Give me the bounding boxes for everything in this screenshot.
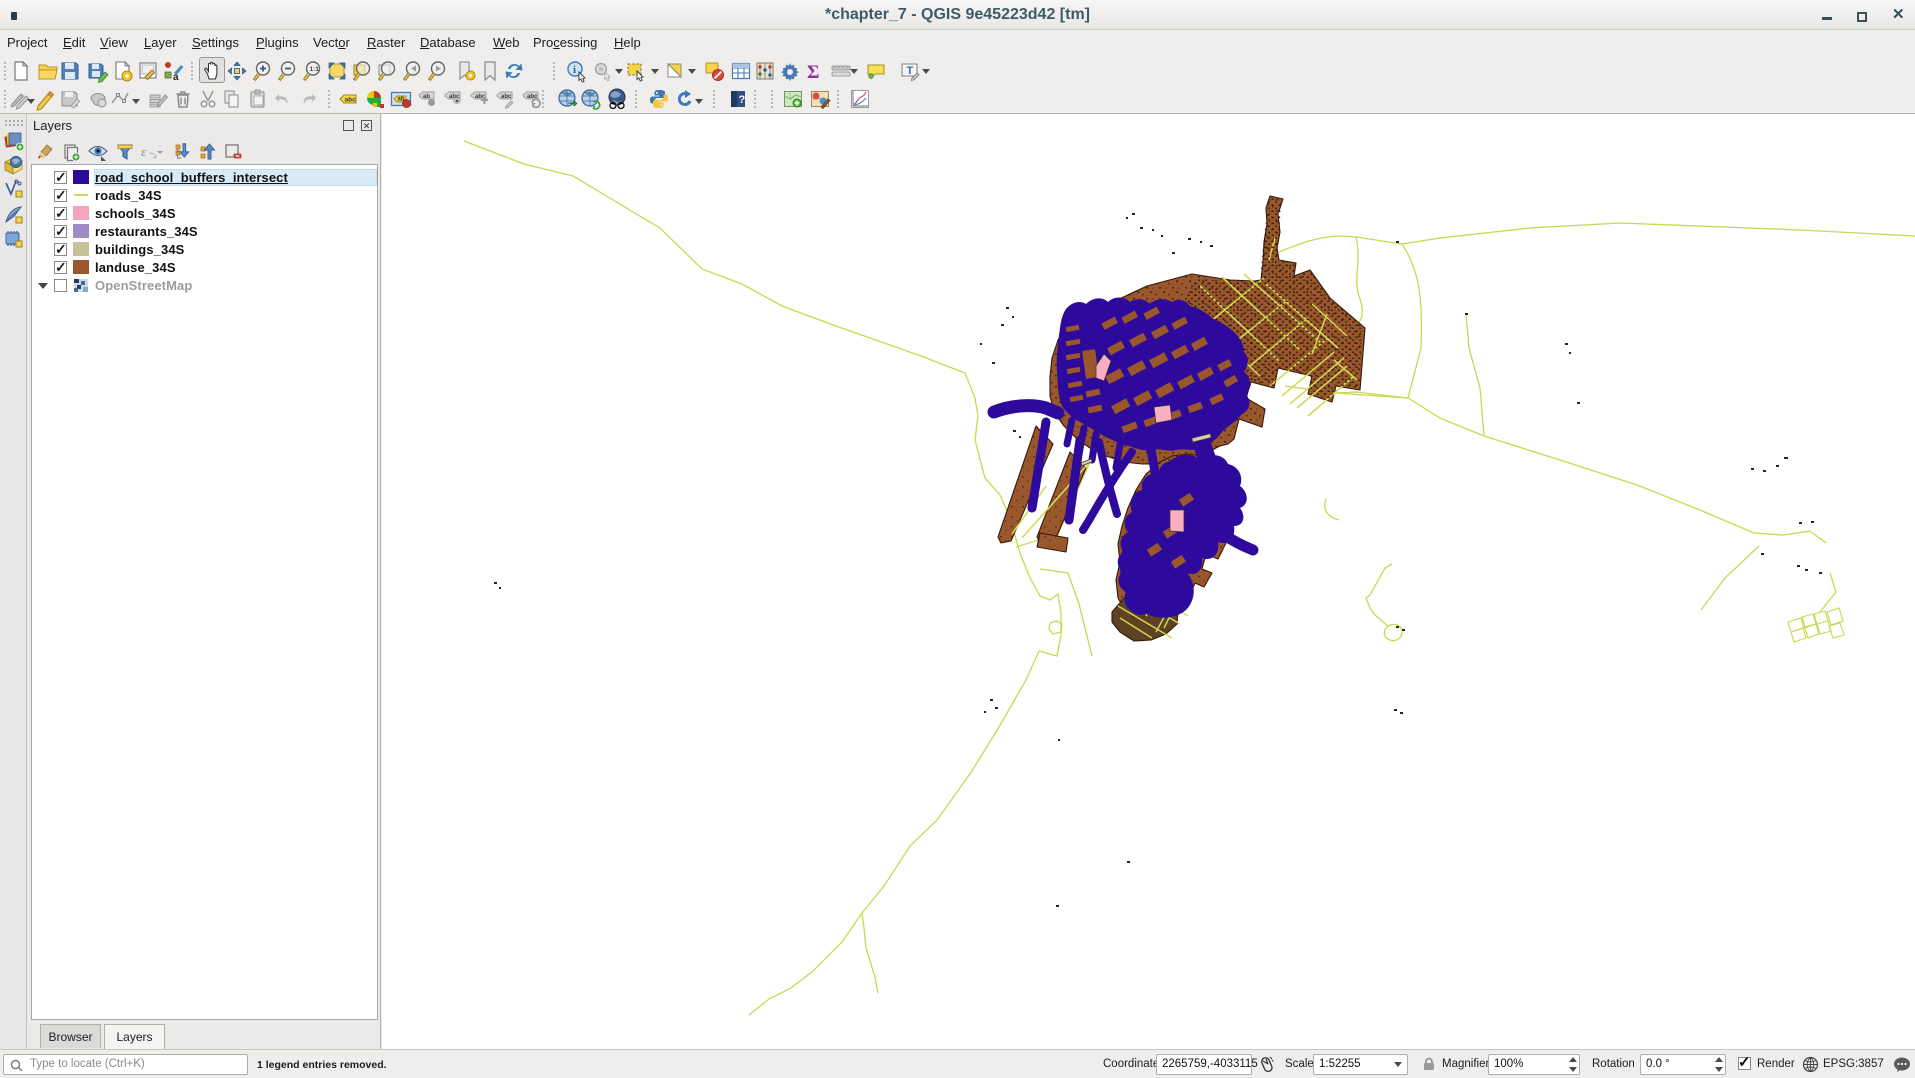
svg-text:1:1: 1:1 — [310, 66, 320, 73]
svg-text:a: a — [173, 72, 179, 83]
svg-text:i: i — [573, 64, 576, 76]
svg-text:ab: ab — [423, 94, 430, 100]
svg-text:?: ? — [739, 94, 746, 106]
svg-text:T: T — [907, 65, 914, 77]
svg-text:Σ: Σ — [807, 62, 819, 83]
svg-text:ε: ε — [141, 144, 147, 159]
svg-text:abc: abc — [501, 94, 512, 100]
svg-text:abc: abc — [345, 97, 357, 104]
